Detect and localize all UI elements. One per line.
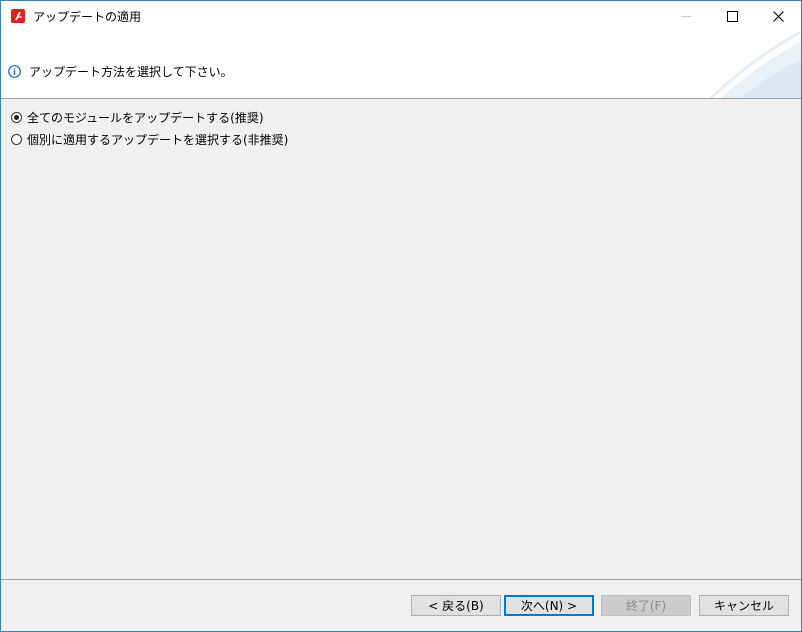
minimize-button[interactable]: [663, 1, 709, 32]
cancel-button[interactable]: キャンセル: [699, 595, 789, 616]
app-logo-icon: [11, 9, 25, 23]
title-bar[interactable]: アップデートの適用: [1, 1, 801, 32]
option-select-individual[interactable]: 個別に適用するアップデートを選択する(非推奨): [11, 130, 288, 148]
next-button[interactable]: 次へ(N) >: [504, 595, 594, 616]
info-icon: [8, 65, 21, 78]
maximize-button[interactable]: [709, 1, 755, 32]
option-update-all[interactable]: 全てのモジュールをアップデートする(推奨): [11, 108, 264, 126]
window-title: アップデートの適用: [33, 10, 142, 24]
wizard-window: アップデートの適用 アップデート方法を選択して下さい。 全てのモジュールをアップ…: [0, 0, 802, 632]
close-button[interactable]: [755, 1, 801, 32]
wizard-banner: アップデート方法を選択して下さい。: [1, 32, 801, 99]
minimize-icon: [681, 16, 691, 17]
footer-divider: [1, 579, 801, 580]
instruction-text: アップデート方法を選択して下さい。: [29, 65, 233, 79]
radio-select-individual[interactable]: [11, 133, 22, 145]
finish-button[interactable]: 終了(F): [601, 595, 691, 616]
radio-update-all[interactable]: [11, 111, 22, 123]
close-icon: [772, 11, 784, 22]
back-button[interactable]: < 戻る(B): [411, 595, 501, 616]
option-update-all-label: 全てのモジュールをアップデートする(推奨): [27, 110, 264, 125]
maximize-icon: [726, 11, 738, 22]
option-select-individual-label: 個別に適用するアップデートを選択する(非推奨): [27, 132, 289, 147]
banner-decoration: [709, 32, 801, 98]
